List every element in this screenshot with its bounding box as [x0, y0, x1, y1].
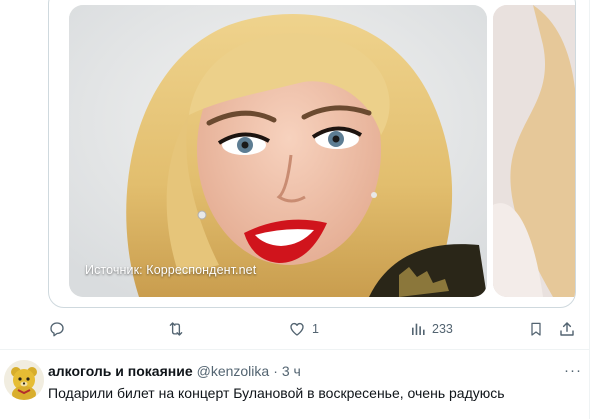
- analytics-icon: [412, 323, 425, 335]
- retweet-button[interactable]: [166, 318, 192, 340]
- more-options-button[interactable]: ···: [562, 360, 584, 380]
- like-button[interactable]: 1: [288, 318, 319, 340]
- separator-dot: ·: [273, 363, 278, 379]
- tweet-action-bar: 1 233: [48, 318, 576, 340]
- share-icon: [560, 322, 574, 336]
- bookmark-button[interactable]: [528, 318, 544, 340]
- link-card[interactable]: Источник: Корреспондент.net: [48, 0, 576, 308]
- column-border: [589, 0, 590, 419]
- media-carousel[interactable]: Источник: Корреспондент.net: [69, 5, 575, 297]
- post-body-text: Подарили билет на концерт Булановой в во…: [48, 385, 505, 401]
- heart-icon: [290, 322, 304, 336]
- media-image-portrait[interactable]: Источник: Корреспондент.net: [69, 5, 487, 297]
- media-image-next[interactable]: [493, 5, 575, 297]
- portrait-photo: [69, 5, 487, 297]
- reply-icon: [50, 322, 64, 337]
- post-timestamp[interactable]: 3 ч: [282, 363, 301, 379]
- bookmark-icon: [531, 322, 541, 336]
- reply-button[interactable]: [48, 318, 72, 340]
- post-header: алкоголь и покаяние @kenzolika · 3 ч: [48, 362, 301, 380]
- author-name[interactable]: алкоголь и покаяние: [48, 363, 193, 379]
- more-icon: ···: [564, 361, 582, 379]
- author-handle[interactable]: @kenzolika: [197, 363, 270, 379]
- timeline: Источник: Корреспондент.net 1 233 алкого…: [0, 0, 590, 419]
- views-button[interactable]: 233: [410, 318, 453, 340]
- post-divider: [0, 349, 590, 350]
- image-source-caption: Источник: Корреспондент.net: [85, 263, 257, 277]
- retweet-icon: [169, 322, 183, 336]
- like-count: 1: [312, 322, 319, 336]
- bear-toy-icon: [4, 360, 44, 400]
- share-button[interactable]: [558, 318, 576, 340]
- views-count: 233: [432, 322, 453, 336]
- avatar[interactable]: [4, 360, 44, 400]
- partial-photo: [493, 5, 575, 297]
